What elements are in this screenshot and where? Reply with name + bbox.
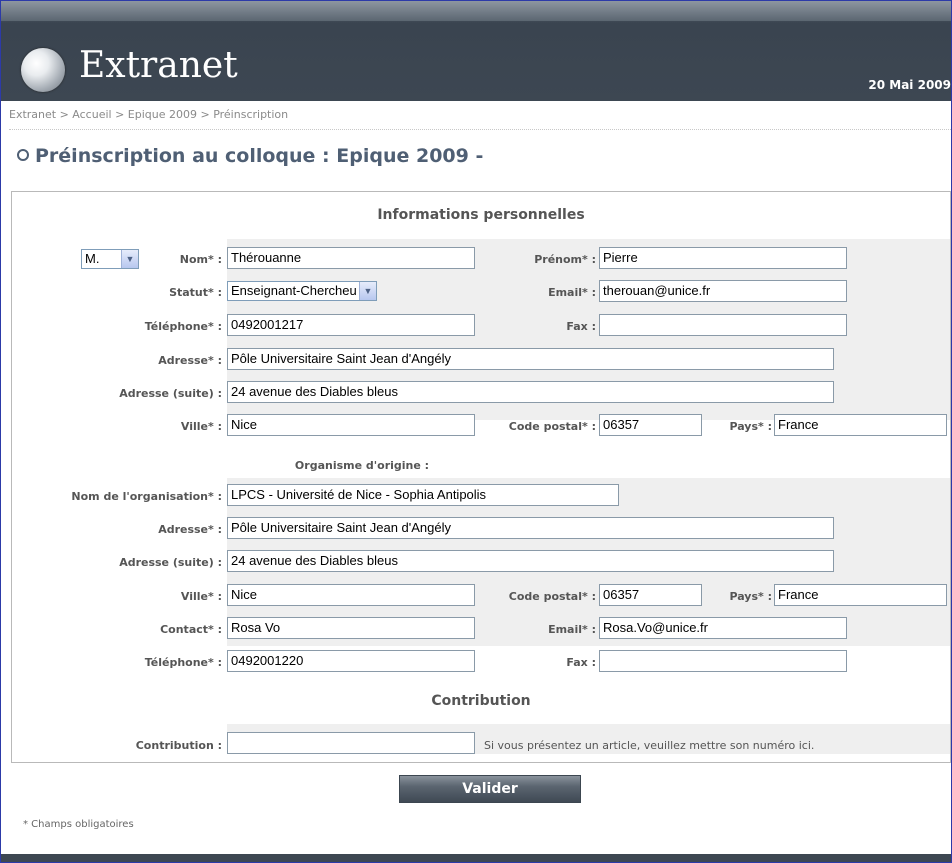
required-fields-note: * Champs obligatoires xyxy=(23,819,134,830)
ville-label: Ville* : xyxy=(180,420,222,433)
prenom-label: Prénom* : xyxy=(534,253,596,266)
org-adresse-label: Adresse* : xyxy=(158,523,222,536)
section-title-contribution: Contribution xyxy=(431,693,531,709)
page-title-text: Préinscription au colloque : Epique 2009… xyxy=(35,145,484,167)
fax-label: Fax : xyxy=(566,320,596,333)
prenom-field[interactable]: Pierre xyxy=(599,247,847,269)
adresse-field[interactable]: Pôle Universitaire Saint Jean d'Angély xyxy=(227,348,834,370)
valider-button[interactable]: Valider xyxy=(399,775,581,803)
section-title-personal: Informations personnelles xyxy=(377,207,585,223)
statut-value: Enseignant-Chercheu xyxy=(231,283,357,298)
code-postal-field[interactable]: 06357 xyxy=(599,414,702,436)
org-nom-field[interactable]: LPCS - Université de Nice - Sophia Antip… xyxy=(227,484,619,506)
adresse-label: Adresse* : xyxy=(158,354,222,367)
civility-value: M. xyxy=(85,251,100,266)
org-code-postal-field[interactable]: 06357 xyxy=(599,584,702,606)
org-adresse-suite-label: Adresse (suite) : xyxy=(119,556,222,569)
statut-label: Statut* : xyxy=(169,286,222,299)
breadcrumb[interactable]: Extranet > Accueil > Epique 2009 > Préin… xyxy=(9,108,288,121)
nom-field[interactable]: Thérouanne xyxy=(227,247,475,269)
header-stripe xyxy=(1,1,951,21)
org-pays-field[interactable]: France xyxy=(774,584,947,606)
contact-label: Contact* : xyxy=(160,623,222,636)
header-date: 20 Mai 2009 xyxy=(868,78,951,92)
registration-form: Informations personnelles M. ▼ Nom* : Th… xyxy=(11,191,951,763)
contribution-label: Contribution : xyxy=(135,739,222,752)
ville-field[interactable]: Nice xyxy=(227,414,475,436)
page-title: Préinscription au colloque : Epique 2009… xyxy=(17,145,483,167)
contact-field[interactable]: Rosa Vo xyxy=(227,617,475,639)
org-code-postal-label: Code postal* : xyxy=(508,590,596,603)
civility-select[interactable]: M. ▼ xyxy=(81,249,139,269)
site-logo-text[interactable]: Extranet xyxy=(79,45,238,86)
email-field[interactable]: therouan@unice.fr xyxy=(599,280,847,302)
email-label: Email* : xyxy=(548,286,596,299)
logo-orb-icon xyxy=(21,48,65,92)
footer-bar xyxy=(1,854,951,862)
title-bullet-icon xyxy=(17,148,29,161)
contribution-hint: Si vous présentez un article, veuillez m… xyxy=(484,739,815,752)
page-frame: Extranet 20 Mai 2009 Extranet > Accueil … xyxy=(0,0,952,863)
contribution-field[interactable] xyxy=(227,732,475,754)
org-adresse-field[interactable]: Pôle Universitaire Saint Jean d'Angély xyxy=(227,517,834,539)
site-header: Extranet 20 Mai 2009 xyxy=(1,1,951,101)
fax-field[interactable] xyxy=(599,314,847,336)
org-ville-field[interactable]: Nice xyxy=(227,584,475,606)
pays-label: Pays* : xyxy=(729,420,772,433)
telephone-label: Téléphone* : xyxy=(144,320,222,333)
org-fax-field[interactable] xyxy=(599,650,847,672)
statut-select[interactable]: Enseignant-Chercheu ▼ xyxy=(227,281,377,301)
adresse-suite-label: Adresse (suite) : xyxy=(119,387,222,400)
org-pays-label: Pays* : xyxy=(729,590,772,603)
breadcrumb-divider xyxy=(9,129,951,130)
telephone-field[interactable]: 0492001217 xyxy=(227,314,475,336)
section-title-organisation: Organisme d'origine : xyxy=(294,459,430,472)
org-nom-label: Nom de l'organisation* : xyxy=(71,490,222,503)
code-postal-label: Code postal* : xyxy=(508,420,596,433)
org-telephone-label: Téléphone* : xyxy=(144,656,222,669)
chevron-down-icon: ▼ xyxy=(121,250,138,268)
chevron-down-icon: ▼ xyxy=(359,282,376,300)
org-ville-label: Ville* : xyxy=(180,590,222,603)
nom-label: Nom* : xyxy=(179,253,222,266)
org-telephone-field[interactable]: 0492001220 xyxy=(227,650,475,672)
adresse-suite-field[interactable]: 24 avenue des Diables bleus xyxy=(227,381,834,403)
org-adresse-suite-field[interactable]: 24 avenue des Diables bleus xyxy=(227,550,834,572)
org-email-label: Email* : xyxy=(548,623,596,636)
pays-field[interactable]: France xyxy=(774,414,947,436)
org-email-field[interactable]: Rosa.Vo@unice.fr xyxy=(599,617,847,639)
org-fax-label: Fax : xyxy=(566,656,596,669)
